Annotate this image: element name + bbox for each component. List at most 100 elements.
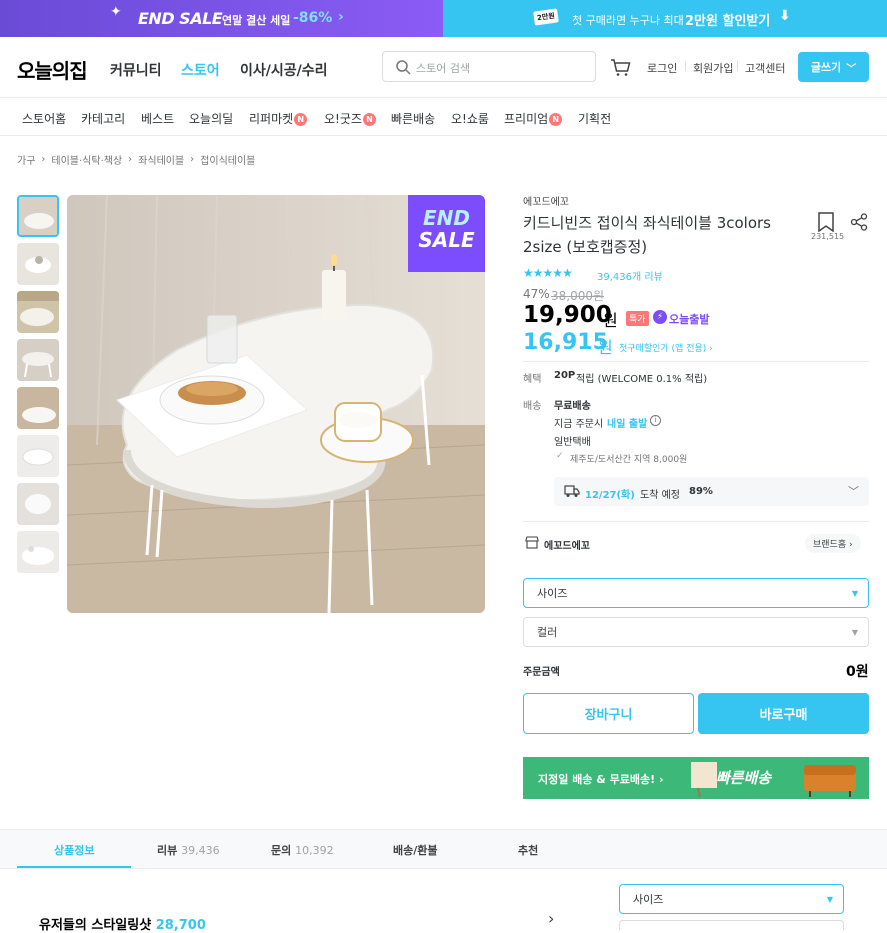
thumbnail[interactable] [17, 435, 59, 477]
share-icon[interactable] [850, 213, 868, 231]
special-badge: 특가 [626, 311, 649, 326]
subnav-category[interactable]: 카테고리 [81, 110, 125, 127]
subnav-premium[interactable]: 프리미엄 N [504, 110, 563, 127]
tab-reviews[interactable]: 리뷰 39,436 [157, 842, 220, 858]
sofa-illustration [691, 762, 856, 798]
fast-delivery-promo-banner[interactable]: 지정일 배송 & 무료배송! › 빠른배송 [523, 757, 869, 799]
size-select[interactable]: 사이즈 ▼ [523, 578, 869, 608]
login-link[interactable]: 로그인 [647, 60, 677, 76]
arrival-estimate[interactable]: 12/27(화) 도착 예정 89% ﹀ [554, 477, 869, 506]
breadcrumb-item[interactable]: 테이블·식탁·책상 [51, 152, 122, 167]
store-icon [525, 536, 539, 549]
discount-text: -86% [293, 10, 333, 26]
info-icon[interactable]: i [650, 415, 661, 426]
divider [737, 61, 738, 71]
breadcrumb-item[interactable]: 좌식테이블 [138, 152, 184, 167]
first-purchase-label[interactable]: 첫구매할인가 (앱 전용) › [619, 341, 713, 354]
styling-shot-title[interactable]: 유저들의 스타일링샷 28,700 [39, 914, 206, 933]
bookmark-icon[interactable] [817, 212, 835, 232]
rating-stars: ★★★★★ [523, 266, 573, 280]
chevron-right-icon: › [128, 154, 133, 165]
shipping-label: 배송 [523, 401, 542, 412]
cart-button[interactable]: 장바구니 [523, 693, 694, 734]
nav-moving[interactable]: 이사/시공/수리 [240, 60, 328, 80]
subnav-refurb-market[interactable]: 리퍼마켓 N [249, 110, 308, 127]
coupon-banner[interactable]: 2만원 첫 구매라면 누구나 최대 2만원 할인받기 ⬇ [443, 0, 887, 37]
search-icon [396, 60, 411, 75]
chevron-right-icon: › [41, 154, 46, 165]
promo-text: 지정일 배송 & 무료배송! › [538, 773, 664, 786]
tab-recommend[interactable]: 추천 [518, 842, 538, 858]
dropdown-arrow-icon: ▼ [851, 628, 858, 637]
end-sale-banner[interactable]: ✦ END SALE 연말 결산 세일 -86% › [0, 0, 443, 37]
thumbnail[interactable] [17, 339, 59, 381]
order-now-text: 지금 주문시 [554, 419, 604, 430]
subnav-store-home[interactable]: 스토어홈 [22, 110, 66, 127]
star-icon: ★ [552, 266, 563, 280]
divider [523, 361, 869, 362]
nav-community[interactable]: 커뮤니티 [110, 60, 162, 80]
subnav-todays-deal[interactable]: 오늘의딜 [189, 110, 233, 127]
tab-product-info[interactable]: 상품정보 [54, 842, 94, 858]
subnav-fast-delivery[interactable]: 빠른배송 [391, 110, 435, 127]
sticky-size-select[interactable]: 사이즈 ▼ [619, 884, 844, 914]
benefit-label: 혜택 [523, 374, 542, 385]
subnav-oshowroom[interactable]: 오!쇼룸 [451, 110, 489, 127]
year-end-sale-text: 연말 결산 세일 [222, 14, 291, 27]
star-icon: ★ [532, 266, 544, 280]
coupon-amount: 2만원 할인받기 [685, 14, 771, 29]
new-badge: N [362, 113, 376, 126]
first-purchase-price: 16,915 [523, 330, 608, 355]
sparkle-icon: ✦ [110, 4, 122, 20]
jeju-shipping: 제주도/도서산간 지역 8,000원 [570, 455, 688, 465]
sticky-select-partial[interactable] [619, 920, 844, 930]
thumbnail[interactable] [17, 243, 59, 285]
thumbnail[interactable] [17, 483, 59, 525]
logo[interactable]: 오늘의집 [17, 55, 88, 84]
brand-home-button[interactable]: 브랜드홈 › [805, 534, 861, 553]
write-button[interactable]: 글쓰기 ﹀ [798, 52, 869, 82]
product-main-image[interactable]: END SALE [67, 195, 485, 613]
price-unit: 원 [603, 311, 618, 330]
chevron-right-icon[interactable]: › [548, 909, 554, 928]
end-sale-title: END SALE [138, 9, 223, 28]
breadcrumb-item[interactable]: 접이식테이블 [200, 152, 255, 167]
bookmark-count: 231,515 [811, 232, 845, 241]
buy-now-button[interactable]: 바로구매 [698, 693, 869, 734]
store-subnav [0, 98, 887, 136]
breadcrumb-item[interactable]: 가구 [17, 152, 35, 167]
thumbnail[interactable] [17, 195, 59, 237]
review-count[interactable]: 39,436개 리뷰 [597, 268, 663, 283]
benefit-detail: 적립 (WELCOME 0.1% 적립) [576, 374, 708, 385]
order-amount-label: 주문금액 [523, 667, 560, 678]
today-ship-label: 오늘출발 [669, 313, 710, 326]
signup-link[interactable]: 회원가입 [693, 60, 733, 76]
coupon-badge: 2만원 [533, 8, 559, 26]
subnav-exhibition[interactable]: 기획전 [578, 110, 611, 127]
color-select[interactable]: 컬러 ▼ [523, 617, 869, 647]
thumbnail[interactable] [17, 291, 59, 333]
sale-price: 19,900 [523, 302, 612, 328]
brand-name[interactable]: 에꼬드에꼬 [523, 193, 569, 208]
breadcrumb: 가구 › 테이블·식탁·책상 › 좌식테이블 › 접이식테이블 [17, 152, 255, 167]
store-name[interactable]: 에꼬드에꼬 [544, 537, 590, 552]
search-placeholder: 스토어 검색 [416, 62, 471, 75]
thumbnail[interactable] [17, 531, 59, 573]
tab-questions[interactable]: 문의 10,392 [271, 842, 334, 858]
cart-icon[interactable] [609, 56, 631, 78]
subnav-ogoods[interactable]: 오!굿즈 N [324, 110, 376, 127]
chevron-right-icon: › [338, 9, 344, 25]
subnav-best[interactable]: 베스트 [141, 110, 174, 127]
search-input[interactable]: 스토어 검색 [382, 51, 596, 82]
support-link[interactable]: 고객센터 [745, 60, 785, 76]
normal-delivery: 일반택배 [554, 437, 591, 448]
nav-store[interactable]: 스토어 [181, 60, 220, 80]
divider [685, 61, 686, 71]
order-amount: 0원 [846, 664, 869, 680]
chevron-right-icon: › [849, 540, 853, 550]
chevron-right-icon: › [709, 344, 713, 354]
tab-shipping-refund[interactable]: 배송/환불 [393, 842, 438, 858]
thumbnail[interactable] [17, 387, 59, 429]
chevron-right-icon: › [659, 773, 664, 786]
star-icon: ★ [523, 266, 534, 280]
